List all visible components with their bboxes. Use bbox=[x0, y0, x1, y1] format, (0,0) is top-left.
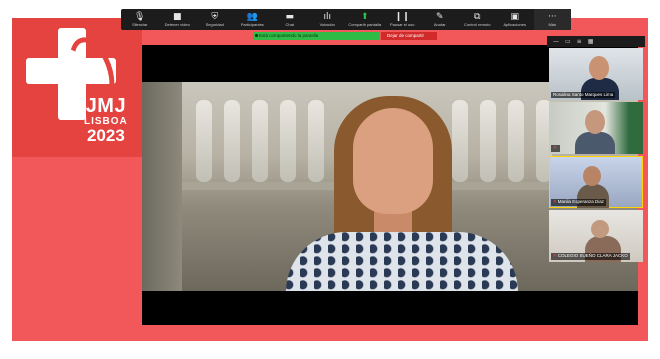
video-camera-icon: ■ bbox=[172, 12, 182, 22]
video-baluster bbox=[224, 100, 240, 182]
meeting-toolbar: 🎙 Silenciar ■ Detener vídeo ⛨ Seguridad … bbox=[121, 9, 571, 30]
sharing-indicator-icon bbox=[255, 34, 258, 37]
participants-gallery-panel: — ▭ ≡ ▦ Rosalina Santo Marques Lima ✕ ✕M… bbox=[547, 36, 645, 264]
mic-muted-icon: ✕ bbox=[553, 254, 557, 259]
more-label: Más bbox=[548, 22, 557, 27]
mic-muted-icon: ✕ bbox=[553, 146, 557, 151]
more-icon: ··· bbox=[547, 12, 557, 22]
participant-name: Rosalina Santo Marques Lima bbox=[551, 92, 616, 98]
participants-label: Participantes bbox=[240, 22, 264, 27]
share-screen-label: Compartir pantalla bbox=[348, 22, 382, 27]
remote-control-label: Control remoto bbox=[464, 22, 491, 27]
security-button[interactable]: ⛨ Seguridad bbox=[196, 9, 234, 30]
remote-control-icon: ⧉ bbox=[474, 12, 481, 22]
participant-head bbox=[583, 166, 601, 186]
shield-icon: ⛨ bbox=[211, 12, 219, 22]
screen-sharing-banner: Está compartiendo la pantalla bbox=[253, 32, 379, 40]
mic-muted-icon: ✕ bbox=[553, 200, 557, 205]
participant-head bbox=[585, 110, 605, 134]
logo-text: JMJ LISBOA 2023 bbox=[84, 96, 128, 144]
stop-share-button[interactable]: Dejar de compartir bbox=[381, 32, 437, 40]
video-baluster bbox=[480, 100, 496, 182]
participant-head bbox=[591, 220, 609, 238]
stop-share-label: Dejar de compartir bbox=[387, 33, 425, 38]
sharing-status-text: Está compartiendo la pantalla bbox=[259, 33, 319, 38]
poll-label: Votación bbox=[319, 22, 335, 27]
participant-tile-active-speaker[interactable]: ✕Manila Esperanza Diaz bbox=[549, 156, 643, 208]
annotate-pen-icon: ✎ bbox=[435, 12, 444, 22]
video-wall bbox=[142, 82, 182, 291]
pause-icon: ❙❙ bbox=[394, 12, 410, 22]
logo-year: 2023 bbox=[86, 126, 125, 145]
gallery-controls-bar: — ▭ ≡ ▦ bbox=[547, 36, 645, 47]
participant-tile[interactable]: ✕ bbox=[549, 102, 643, 154]
poll-button[interactable]: ılı Votación bbox=[309, 9, 347, 30]
mute-button[interactable]: 🎙 Silenciar bbox=[121, 9, 159, 30]
remote-control-button[interactable]: ⧉ Control remoto bbox=[459, 9, 497, 30]
participant-tile[interactable]: Rosalina Santo Marques Lima bbox=[549, 48, 643, 100]
video-baluster bbox=[280, 100, 296, 182]
chat-icon: ▬ bbox=[285, 12, 294, 22]
participant-name: ✕COLEGIO SUEÑO CLARA JACKO bbox=[551, 253, 630, 260]
video-baluster bbox=[252, 100, 268, 182]
participant-tile[interactable]: ✕COLEGIO SUEÑO CLARA JACKO bbox=[549, 210, 643, 262]
stop-video-button[interactable]: ■ Detener vídeo bbox=[159, 9, 197, 30]
apps-button[interactable]: ▣ Aplicaciones bbox=[496, 9, 534, 30]
stop-video-label: Detener vídeo bbox=[164, 22, 190, 27]
pause-share-button[interactable]: ❙❙ Pausar el uso bbox=[384, 9, 422, 30]
video-baluster bbox=[196, 100, 212, 182]
pause-share-label: Pausar el uso bbox=[390, 22, 415, 27]
security-label: Seguridad bbox=[205, 22, 224, 27]
share-screen-button[interactable]: ⬆ Compartir pantalla bbox=[346, 9, 384, 30]
poll-icon: ılı bbox=[323, 12, 331, 22]
participant-name: ✕Manila Esperanza Diaz bbox=[551, 199, 607, 206]
minimize-icon[interactable]: — bbox=[553, 38, 559, 45]
participant-body bbox=[575, 132, 615, 154]
logo-jmj: JMJ bbox=[85, 95, 127, 117]
apps-icon: ▣ bbox=[510, 12, 519, 22]
video-baluster bbox=[508, 100, 524, 182]
video-baluster bbox=[452, 100, 468, 182]
share-screen-icon: ⬆ bbox=[360, 12, 369, 22]
jmj-lisboa-2023-logo: JMJ LISBOA 2023 bbox=[12, 18, 142, 157]
annotate-label: Anotar bbox=[433, 22, 446, 27]
microphone-icon: 🎙 bbox=[134, 12, 146, 22]
list-view-icon[interactable]: ≡ bbox=[577, 38, 582, 45]
video-person-shirt bbox=[286, 232, 518, 291]
single-view-icon[interactable]: ▭ bbox=[565, 38, 571, 45]
annotate-button[interactable]: ✎ Anotar bbox=[421, 9, 459, 30]
apps-label: Aplicaciones bbox=[503, 22, 526, 27]
chat-button[interactable]: ▬ Chat bbox=[271, 9, 309, 30]
video-baluster bbox=[308, 100, 324, 182]
more-button[interactable]: ··· Más bbox=[533, 9, 571, 30]
video-person-face bbox=[353, 108, 433, 214]
mute-label: Silenciar bbox=[132, 22, 148, 27]
grid-view-icon[interactable]: ▦ bbox=[588, 38, 594, 45]
participant-name: ✕ bbox=[551, 145, 560, 152]
people-icon: 👥 bbox=[246, 12, 258, 22]
participant-head bbox=[589, 56, 609, 80]
participants-button[interactable]: 👥 Participantes bbox=[234, 9, 272, 30]
chat-label: Chat bbox=[285, 22, 294, 27]
